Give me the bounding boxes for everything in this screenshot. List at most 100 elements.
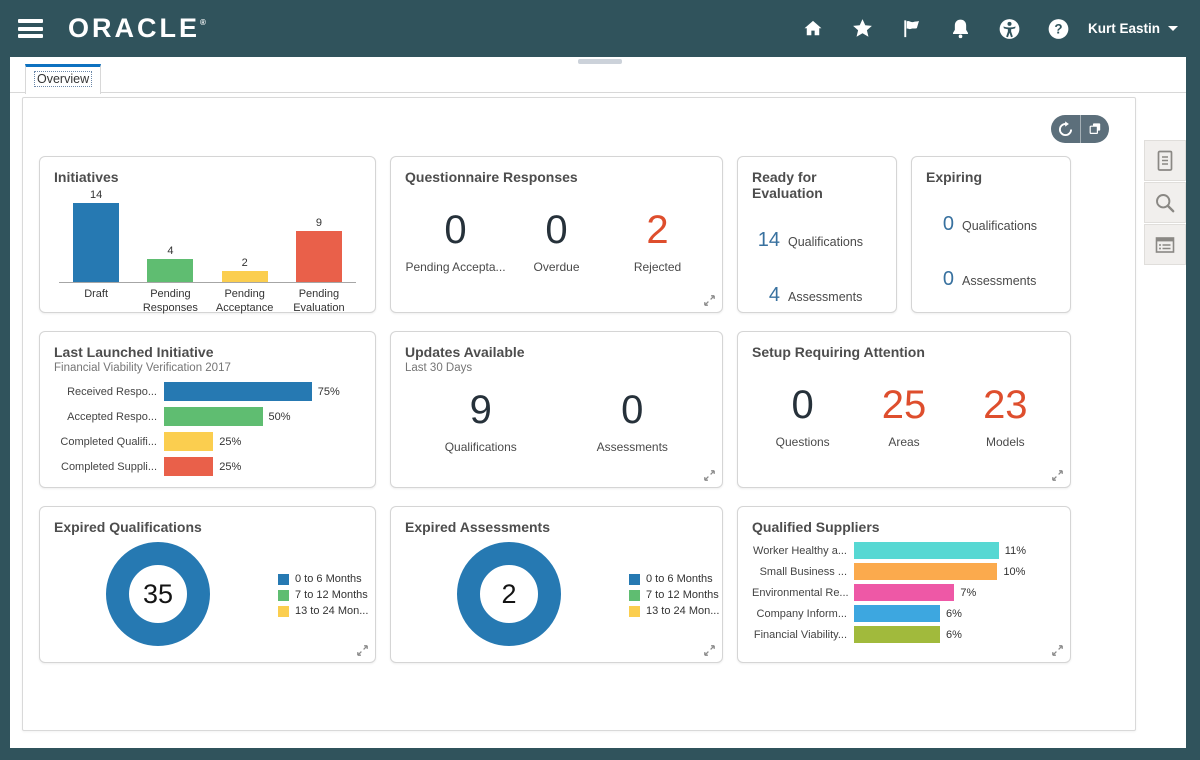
legend-item: 0 to 6 Months bbox=[629, 573, 719, 585]
search-icon[interactable] bbox=[1144, 182, 1186, 223]
legend-label: 13 to 24 Mon... bbox=[646, 605, 719, 617]
stat-label: Models bbox=[955, 435, 1056, 449]
expand-icon[interactable] bbox=[703, 469, 716, 482]
card-subtitle: Last 30 Days bbox=[405, 362, 708, 374]
help-icon[interactable]: ? bbox=[1047, 17, 1070, 40]
legend-label: 0 to 6 Months bbox=[646, 573, 713, 585]
accessibility-icon[interactable] bbox=[998, 17, 1021, 40]
stat[interactable]: 0Pending Accepta... bbox=[405, 207, 506, 274]
stat[interactable]: 23 Models bbox=[955, 382, 1056, 449]
cards-row-1: Initiatives 14429DraftPending ResponsesP… bbox=[39, 156, 1071, 313]
watchlist-flag-icon[interactable] bbox=[900, 17, 923, 40]
stat-row[interactable]: 0Assessments bbox=[926, 268, 1056, 291]
chart-legend: 0 to 6 Months 7 to 12 Months 13 to 24 Mon.… bbox=[629, 573, 719, 621]
side-dock bbox=[1144, 140, 1186, 266]
document-panel-icon[interactable] bbox=[1144, 140, 1186, 181]
initiatives-bar-chart: 14429DraftPending ResponsesPending Accep… bbox=[54, 187, 361, 316]
legend-item: 13 to 24 Mon... bbox=[278, 605, 368, 617]
menu-icon[interactable] bbox=[18, 19, 43, 38]
bar-value-label: 2 bbox=[242, 257, 248, 269]
cards-row-3: Expired Qualifications 35 0 to 6 Months7… bbox=[39, 506, 1071, 663]
bar bbox=[222, 271, 268, 282]
list-panel-icon[interactable] bbox=[1144, 224, 1186, 265]
bar-row: Environmental Re... 7% bbox=[752, 584, 1056, 601]
oracle-logo: ORACLE ® bbox=[68, 13, 206, 44]
bar-row: Small Business ...10% bbox=[752, 563, 1056, 580]
bar-value-label: 9 bbox=[316, 217, 322, 229]
bar-value-label: 11% bbox=[1005, 545, 1026, 557]
favorites-star-icon[interactable] bbox=[851, 17, 874, 40]
bar-value-label: 6% bbox=[946, 608, 962, 620]
bar-value-label: 25% bbox=[219, 436, 241, 448]
legend-swatch bbox=[278, 606, 289, 617]
stats-group: 0Pending Accepta...0Overdue2Rejected bbox=[405, 207, 708, 274]
bar bbox=[854, 563, 997, 580]
expand-icon[interactable] bbox=[703, 644, 716, 657]
stat-row[interactable]: 4Assessments bbox=[752, 284, 882, 307]
expand-icon[interactable] bbox=[703, 294, 716, 307]
expand-icon[interactable] bbox=[356, 644, 369, 657]
stat[interactable]: 9Qualifications bbox=[405, 387, 557, 454]
bar-category: Pending Responses bbox=[133, 287, 207, 316]
stat[interactable]: 25Areas bbox=[853, 382, 954, 449]
stat[interactable]: 2Rejected bbox=[607, 207, 708, 274]
card-title: Expired Assessments bbox=[405, 519, 708, 535]
bar-row: Worker Healthy a...11% bbox=[752, 542, 1056, 559]
legend-swatch bbox=[629, 606, 640, 617]
tab-bar: Overview bbox=[10, 57, 1186, 93]
bar bbox=[854, 542, 999, 559]
tab-overview[interactable]: Overview bbox=[25, 64, 101, 94]
stat-value: 0 bbox=[926, 268, 954, 291]
bar-category: Completed Qualifi... bbox=[54, 436, 164, 448]
stat-row[interactable]: 14Qualifications bbox=[752, 229, 882, 252]
stat-label: Assessments bbox=[557, 440, 709, 454]
legend-swatch bbox=[629, 590, 640, 601]
stat-row[interactable]: 0Qualifications bbox=[926, 213, 1056, 236]
legend-label: 7 to 12 Months bbox=[295, 589, 368, 601]
stat[interactable]: 0 Assessments bbox=[557, 387, 709, 454]
stat-label: Qualifications bbox=[962, 219, 1037, 233]
card-initiatives: Initiatives 14429DraftPending ResponsesP… bbox=[39, 156, 376, 313]
refresh-button[interactable] bbox=[1051, 115, 1081, 143]
stat[interactable]: 0Overdue bbox=[506, 207, 607, 274]
user-menu[interactable]: Kurt Eastin bbox=[1088, 21, 1178, 36]
stat[interactable]: 0Questions bbox=[752, 382, 853, 449]
bar bbox=[147, 259, 193, 282]
stat-value: 4 bbox=[752, 284, 780, 307]
bar-value-label: 75% bbox=[318, 386, 340, 398]
bar-columns: 14429 bbox=[59, 187, 356, 282]
card-setup-requiring-attention: Setup Requiring Attention 0Questions25Ar… bbox=[737, 331, 1071, 488]
card-title: Setup Requiring Attention bbox=[752, 344, 1056, 360]
bar-category: Pending Evaluation bbox=[282, 287, 356, 316]
bar bbox=[73, 203, 119, 282]
expand-icon[interactable] bbox=[1051, 644, 1064, 657]
bar-value-label: 4 bbox=[167, 245, 173, 257]
bar bbox=[854, 626, 940, 643]
expand-icon[interactable] bbox=[1051, 469, 1064, 482]
bar-value-label: 7% bbox=[960, 587, 976, 599]
bar-row: Company Inform...6% bbox=[752, 605, 1056, 622]
bar-column: 9 bbox=[282, 217, 356, 282]
card-ready-for-evaluation: Ready for Evaluation 14Qualifications4As… bbox=[737, 156, 897, 313]
stats-list: 14Qualifications 4Assessments bbox=[752, 229, 882, 307]
stat-value: 2 bbox=[607, 207, 708, 253]
stat-value: 0 bbox=[557, 387, 709, 433]
bar-track: 7% bbox=[854, 584, 1026, 601]
stats-group: 9Qualifications0 Assessments bbox=[405, 387, 708, 454]
bar-category: Environmental Re... bbox=[752, 587, 854, 599]
cards-grid: Initiatives 14429DraftPending ResponsesP… bbox=[39, 156, 1071, 681]
legend-swatch bbox=[278, 574, 289, 585]
bar-track: 10% bbox=[854, 563, 1026, 580]
donut-chart: 2 bbox=[457, 542, 561, 646]
legend-swatch bbox=[629, 574, 640, 585]
home-icon[interactable] bbox=[802, 17, 825, 40]
bar-category: Received Respo... bbox=[54, 386, 164, 398]
stat-value: 0 bbox=[506, 207, 607, 253]
notifications-bell-icon[interactable] bbox=[949, 17, 972, 40]
legend-item: 7 to 12 Months bbox=[629, 589, 719, 601]
last-launched-bar-chart: Received Respo...75%Accepted Respo...50%… bbox=[54, 382, 361, 476]
personalize-pages-icon[interactable] bbox=[1081, 115, 1110, 143]
stat-value: 23 bbox=[955, 382, 1056, 428]
bar-row: Completed Qualifi... 25% bbox=[54, 432, 361, 451]
stat-value: 14 bbox=[752, 229, 780, 252]
